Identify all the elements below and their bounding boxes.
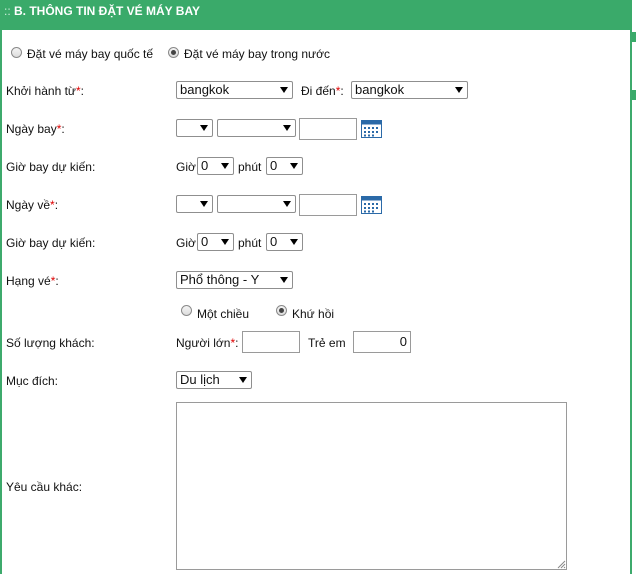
scrollbar-mark	[632, 32, 636, 42]
return-minute-select[interactable]: 0	[266, 233, 303, 251]
chevron-down-icon	[283, 201, 291, 207]
departure-select[interactable]: bangkok	[176, 81, 293, 99]
radio-international[interactable]	[11, 47, 22, 58]
passengers-label: Số lượng khách:	[6, 336, 95, 350]
adult-count-input[interactable]	[242, 331, 300, 353]
depart-month-select[interactable]	[217, 119, 296, 137]
ticket-class-label: Hạng vé*:	[6, 274, 59, 288]
chevron-down-icon	[280, 277, 288, 283]
departure-label: Khởi hành từ*:	[6, 84, 84, 98]
resize-grip-icon[interactable]	[557, 560, 566, 569]
depart-hour-select[interactable]: 0	[197, 157, 234, 175]
return-day-select[interactable]	[176, 195, 213, 213]
return-time-label: Giờ bay dự kiến:	[6, 236, 96, 250]
depart-minute-label: phút	[238, 160, 262, 174]
destination-value: bangkok	[355, 82, 405, 97]
calendar-icon[interactable]	[361, 196, 382, 214]
depart-year-input[interactable]	[299, 118, 357, 140]
chevron-down-icon	[200, 125, 208, 131]
chevron-down-icon	[283, 125, 291, 131]
chevron-down-icon	[290, 239, 298, 245]
destination-label: Đi đến*:	[301, 84, 344, 98]
radio-domestic-label: Đặt vé máy bay trong nước	[184, 47, 330, 61]
chevron-down-icon	[221, 163, 229, 169]
depart-date-label: Ngày bay*:	[6, 122, 65, 136]
chevron-down-icon	[455, 87, 463, 93]
radio-one-way-label: Một chiều	[197, 307, 250, 321]
scrollbar-mark	[632, 90, 636, 100]
return-year-input[interactable]	[299, 194, 357, 216]
calendar-icon[interactable]	[361, 120, 382, 138]
other-request-label: Yêu cầu khác:	[6, 480, 83, 494]
radio-domestic[interactable]	[168, 47, 179, 58]
depart-minute-select[interactable]: 0	[266, 157, 303, 175]
return-hour-label: Giờ	[176, 236, 196, 250]
radio-round-trip[interactable]	[276, 305, 287, 316]
purpose-select[interactable]: Du lịch	[176, 371, 252, 389]
radio-round-trip-label: Khứ hồi	[292, 307, 335, 321]
return-month-select[interactable]	[217, 195, 296, 213]
departure-value: bangkok	[180, 82, 230, 97]
header-title: B. THÔNG TIN ĐẶT VÉ MÁY BAY	[14, 4, 201, 18]
chevron-down-icon	[239, 377, 247, 383]
return-minute-label: phút	[238, 236, 262, 250]
header-prefix: ::	[4, 4, 11, 18]
radio-one-way[interactable]	[181, 305, 192, 316]
purpose-label: Mục đích:	[6, 374, 59, 388]
return-date-label: Ngày về*:	[6, 198, 59, 212]
other-request-textarea[interactable]	[176, 402, 567, 570]
depart-time-label: Giờ bay dự kiến:	[6, 160, 96, 174]
depart-day-select[interactable]	[176, 119, 213, 137]
chevron-down-icon	[221, 239, 229, 245]
chevron-down-icon	[280, 87, 288, 93]
depart-hour-label: Giờ	[176, 160, 196, 174]
child-count-input[interactable]: 0	[353, 331, 411, 353]
section-header: :: B. THÔNG TIN ĐẶT VÉ MÁY BAY	[0, 0, 632, 30]
chevron-down-icon	[200, 201, 208, 207]
destination-select[interactable]: bangkok	[351, 81, 468, 99]
return-hour-select[interactable]: 0	[197, 233, 234, 251]
scrollbar-track[interactable]	[632, 0, 636, 574]
child-label: Trẻ em	[308, 336, 346, 350]
chevron-down-icon	[290, 163, 298, 169]
adult-label: Người lớn*:	[176, 336, 239, 350]
ticket-class-select[interactable]: Phổ thông - Y	[176, 271, 293, 289]
radio-international-label: Đặt vé máy bay quốc tế	[27, 47, 154, 61]
